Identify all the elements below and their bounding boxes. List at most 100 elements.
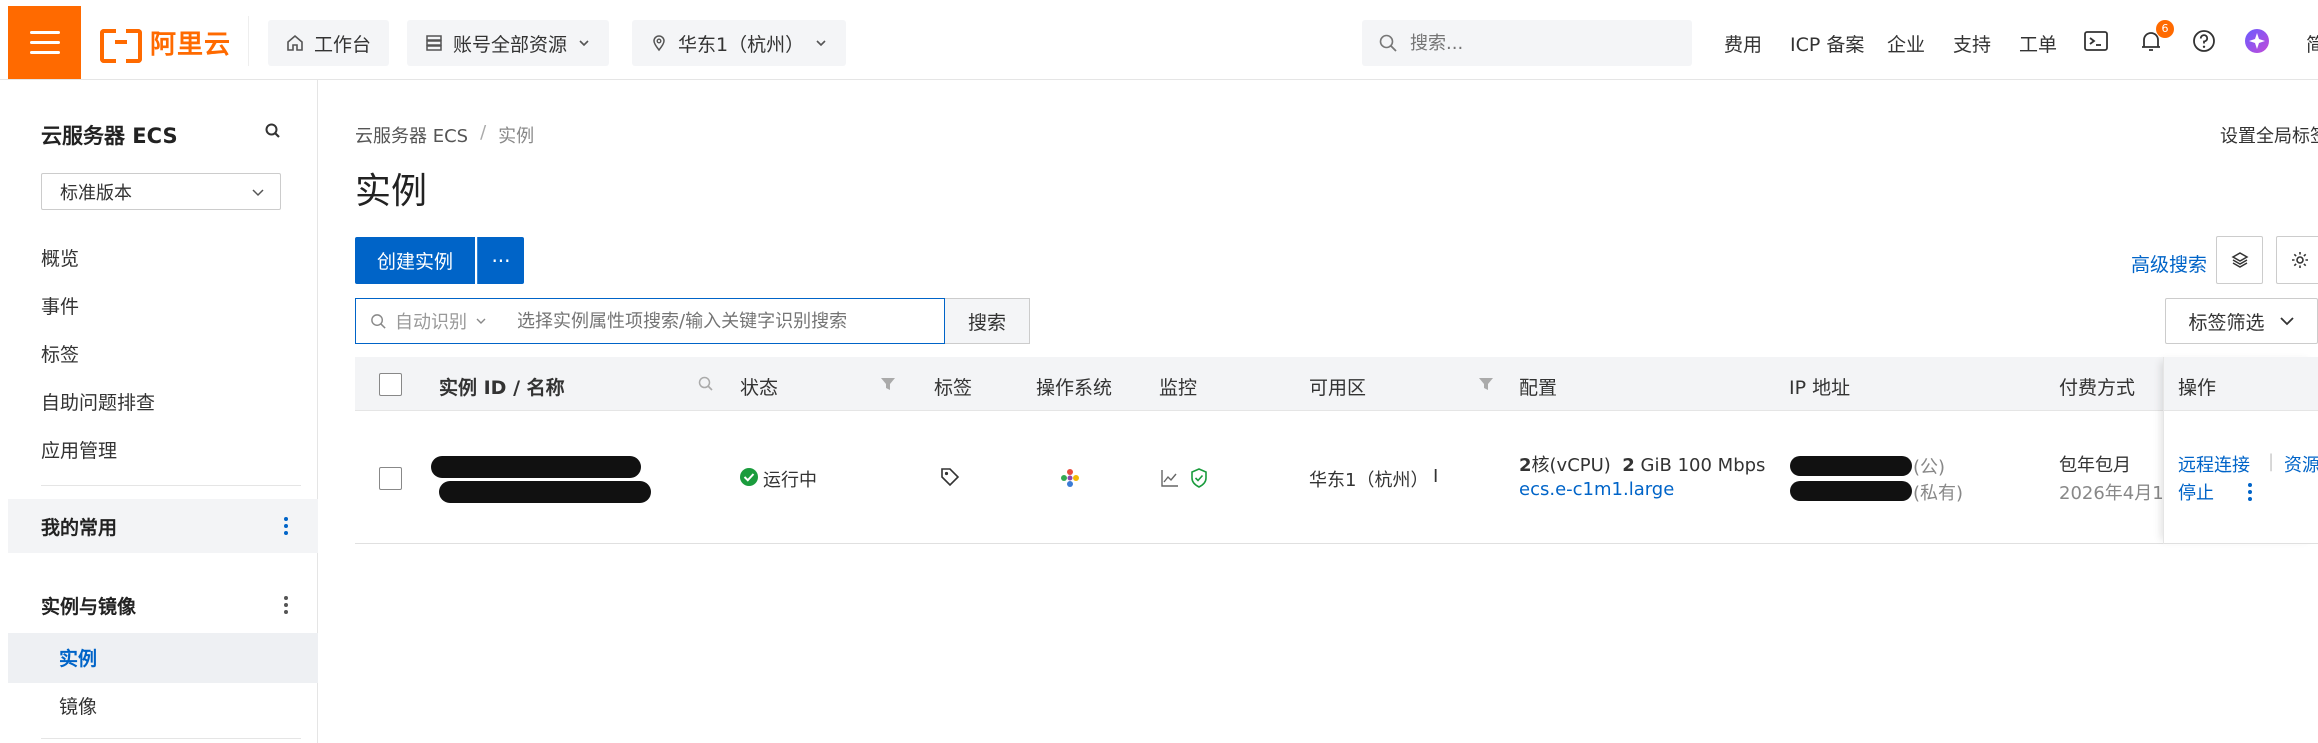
language-toggle[interactable]: 简	[2306, 30, 2318, 57]
public-ip-label: (公)	[1913, 457, 1946, 478]
nav-link-enterprise[interactable]: 企业	[1887, 30, 1925, 57]
sidebar-item-images[interactable]: 镜像	[59, 692, 97, 719]
home-icon	[287, 34, 303, 51]
nav-link-support[interactable]: 支持	[1953, 30, 1991, 57]
server-stack-icon	[426, 35, 442, 51]
operations-column: 操作 远程连接 | 资源变 停止	[2163, 357, 2318, 544]
sidebar: 云服务器 ECS 标准版本 概览 事件 标签 自助问题排查 应用管理 我的常用 …	[8, 80, 318, 743]
chevron-down-icon	[252, 188, 264, 196]
billing-expiry: 2026年4月10	[2059, 483, 2176, 504]
sidebar-group-instances[interactable]: 实例与镜像	[8, 578, 318, 632]
sidebar-item-tags[interactable]: 标签	[41, 340, 79, 367]
advanced-search-link[interactable]: 高级搜索	[2131, 250, 2207, 277]
remote-connect-link[interactable]: 远程连接	[2178, 451, 2250, 477]
avatar[interactable]	[2244, 28, 2270, 54]
nav-link-billing[interactable]: 费用	[1724, 30, 1762, 57]
divider	[41, 485, 301, 486]
column-header-billing: 付费方式	[2059, 377, 2136, 399]
sidebar-group-label: 我的常用	[41, 516, 118, 539]
sidebar-group-label: 实例与镜像	[41, 595, 137, 618]
config-bandwidth: 100 Mbps	[1677, 455, 1766, 476]
divider	[248, 16, 249, 66]
search-icon[interactable]	[264, 122, 282, 140]
more-vertical-icon[interactable]	[284, 596, 288, 614]
terminal-icon[interactable]	[2083, 28, 2109, 54]
search-icon	[371, 313, 386, 329]
table-row: 运行中 华东1（杭州） I 2核(vCPU) 2 GiB 100 Mbps ec…	[355, 411, 2318, 544]
operations-cell: 远程连接 | 资源变 停止	[2164, 411, 2318, 544]
global-tag-setting-link[interactable]: 设置全局标签	[2220, 122, 2318, 148]
sidebar-item-troubleshoot[interactable]: 自助问题排查	[41, 388, 155, 415]
sidebar-item-overview[interactable]: 概览	[41, 244, 79, 271]
hamburger-menu-button[interactable]	[8, 6, 81, 79]
private-ip-label: (私有)	[1913, 483, 1964, 504]
resource-scope-dropdown[interactable]: 账号全部资源	[407, 20, 610, 66]
aliyun-logo[interactable]: 阿里云	[100, 26, 232, 63]
instance-type-link[interactable]: ecs.e-c1m1.large	[1519, 479, 1674, 500]
breadcrumb-ecs[interactable]: 云服务器 ECS	[355, 122, 468, 148]
region-dropdown[interactable]: 华东1（杭州）	[632, 20, 847, 66]
column-header-tags: 标签	[934, 377, 973, 399]
config-cpu: 2	[1519, 455, 1532, 476]
chevron-down-icon	[476, 318, 486, 324]
more-vertical-icon[interactable]	[284, 517, 288, 535]
region-label: 华东1（杭州）	[678, 33, 805, 56]
create-instance-button[interactable]: 创建实例	[355, 237, 476, 284]
help-icon[interactable]	[2191, 28, 2217, 54]
search-icon[interactable]	[697, 375, 715, 393]
resource-change-link[interactable]: 资源变	[2284, 451, 2318, 477]
workbench-label: 工作台	[314, 33, 372, 56]
chevron-down-icon	[2279, 317, 2294, 326]
sidebar-group-favorites[interactable]: 我的常用	[8, 499, 318, 553]
settings-button[interactable]	[2276, 236, 2318, 284]
global-search[interactable]	[1362, 20, 1692, 66]
redacted-instance-id	[431, 456, 641, 478]
page-title: 实例	[355, 171, 428, 212]
instance-search-input[interactable]	[501, 310, 944, 332]
availability-zone-suffix: I	[1433, 466, 1439, 487]
location-pin-icon	[653, 35, 665, 52]
version-select-value: 标准版本	[60, 182, 132, 204]
filter-icon[interactable]	[1477, 375, 1495, 393]
breadcrumb: 云服务器 ECS / 实例	[355, 122, 534, 148]
workbench-button[interactable]: 工作台	[268, 20, 390, 66]
breadcrumb-current: 实例	[498, 126, 535, 147]
logo-text: 阿里云	[150, 29, 232, 60]
sidebar-item-events[interactable]: 事件	[41, 292, 79, 319]
column-header-zone: 可用区	[1309, 377, 1367, 399]
availability-zone: 华东1（杭州）	[1309, 470, 1429, 491]
more-actions-button[interactable]: ···	[477, 237, 524, 284]
column-header-os: 操作系统	[1036, 377, 1113, 399]
sidebar-item-app-management[interactable]: 应用管理	[41, 436, 117, 463]
sidebar-active-bg	[8, 633, 318, 683]
chevron-down-icon	[816, 40, 826, 47]
monitoring-chart-icon[interactable]	[1160, 468, 1180, 488]
version-select[interactable]: 标准版本	[41, 173, 281, 210]
layers-button[interactable]	[2216, 236, 2263, 284]
global-search-input[interactable]	[1410, 32, 1650, 54]
config-memory-unit: GiB	[1640, 455, 1672, 476]
redacted-public-ip	[1790, 456, 1912, 476]
divider	[41, 738, 301, 739]
tag-filter-dropdown[interactable]: 标签筛选	[2165, 298, 2318, 344]
instance-search-bar[interactable]: 自动识别	[355, 298, 945, 344]
search-button[interactable]: 搜索	[945, 298, 1030, 344]
os-logo-icon	[1061, 469, 1079, 487]
config-cpu-unit: 核(vCPU)	[1531, 455, 1611, 476]
config-memory: 2	[1622, 455, 1635, 476]
row-checkbox[interactable]	[379, 467, 402, 490]
tag-filter-label: 标签筛选	[2188, 311, 2265, 334]
filter-icon[interactable]	[879, 375, 897, 393]
search-field-selector[interactable]: 自动识别	[356, 308, 501, 334]
security-shield-icon[interactable]	[1189, 467, 1209, 489]
stop-instance-link[interactable]: 停止	[2178, 479, 2214, 505]
top-navbar: 阿里云 工作台 账号全部资源 华东1（杭州） 费用 ICP 备案 企业 支持 工…	[0, 0, 2318, 80]
select-all-checkbox[interactable]	[379, 373, 402, 396]
tag-icon[interactable]	[939, 466, 961, 488]
nav-link-icp[interactable]: ICP 备案	[1790, 30, 1864, 57]
chevron-down-icon	[579, 40, 589, 47]
resource-scope-label: 账号全部资源	[453, 33, 568, 56]
sidebar-item-instances[interactable]: 实例	[59, 644, 97, 671]
nav-link-ticket[interactable]: 工单	[2019, 30, 2057, 57]
more-vertical-icon[interactable]	[2248, 483, 2252, 501]
